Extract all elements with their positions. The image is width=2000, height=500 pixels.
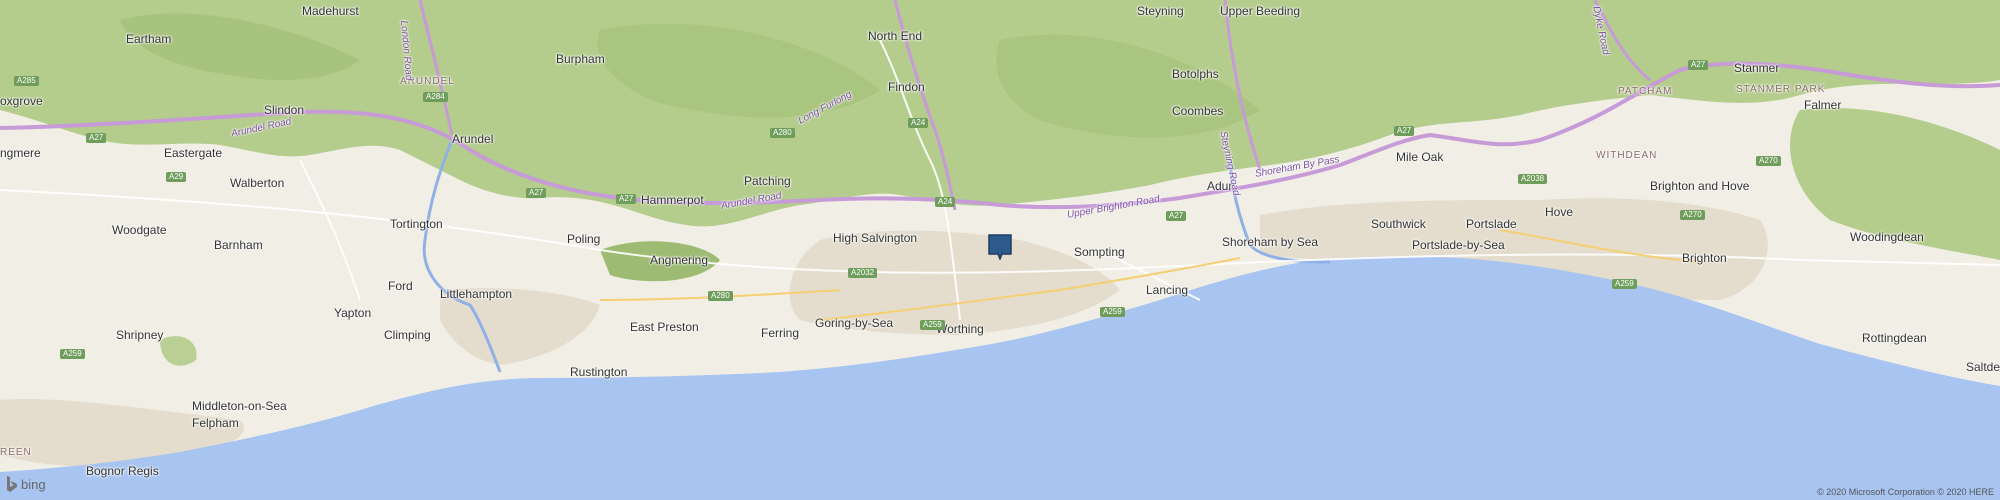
road-shield-label: A2032: [848, 268, 878, 278]
road-shield-label: A27: [1166, 211, 1187, 221]
road-shield-label: A270: [1680, 210, 1705, 220]
road-shield-label: A29: [166, 172, 187, 182]
road-shield-label: A284: [423, 92, 448, 102]
place-label: Burpham: [556, 52, 605, 66]
place-label: East Preston: [630, 320, 699, 334]
place-label: Falmer: [1804, 98, 1842, 112]
road-shield-label: A280: [770, 128, 795, 138]
place-label: Saltde: [1966, 360, 2000, 374]
place-label: Findon: [888, 80, 925, 94]
map-view[interactable]: Madehurst Eartham Burpham North End Steyning…: [0, 0, 2000, 500]
place-label: Climping: [384, 328, 431, 342]
place-label: Patching: [744, 174, 791, 188]
place-label: Barnham: [214, 238, 263, 252]
place-label: Walberton: [230, 176, 285, 190]
road-shield-label: A285: [14, 76, 39, 86]
place-label: Brighton and Hove: [1650, 179, 1750, 193]
place-label: Steyning: [1137, 4, 1184, 18]
place-label: Yapton: [334, 306, 372, 320]
place-label: Goring-by-Sea: [815, 316, 894, 330]
road-shield-label: A27: [526, 188, 547, 198]
place-label: High Salvington: [833, 231, 918, 245]
bing-logo-icon: [7, 476, 17, 492]
place-label: Shripney: [116, 328, 164, 342]
road-shield-label: A27: [1688, 60, 1709, 70]
place-label: Rottingdean: [1862, 331, 1927, 345]
district-label: WITHDEAN: [1596, 150, 1658, 161]
place-label: Angmering: [650, 253, 709, 267]
district-label: PATCHAM: [1618, 86, 1673, 97]
place-label: North End: [868, 29, 923, 43]
road-shield-label: A24: [935, 197, 956, 207]
road-shield-label: A259: [920, 320, 945, 330]
place-label: Shoreham by Sea: [1222, 235, 1319, 249]
road-shield-label: A27: [86, 133, 107, 143]
place-label: Poling: [567, 232, 601, 246]
place-label: Littlehampton: [440, 287, 513, 301]
place-label: Coombes: [1172, 104, 1224, 118]
place-label: Sompting: [1074, 245, 1125, 259]
place-label: Portslade-by-Sea: [1412, 238, 1505, 252]
district-label: REEN: [0, 447, 32, 458]
place-label: Woodgate: [112, 223, 167, 237]
bing-logo[interactable]: bing: [6, 476, 46, 492]
place-label: Woodingdean: [1850, 230, 1924, 244]
road-shield-label: A259: [1100, 307, 1125, 317]
place-label: Arundel: [452, 132, 494, 146]
place-label: Madehurst: [302, 4, 359, 18]
place-label: Rustington: [570, 365, 628, 379]
place-label: Ford: [388, 279, 413, 293]
place-label: Mile Oak: [1396, 150, 1444, 164]
place-label: ngmere: [0, 146, 41, 160]
place-label: Southwick: [1371, 217, 1426, 231]
place-label: Portslade: [1466, 217, 1517, 231]
place-label: Brighton: [1682, 251, 1727, 265]
place-label: Bognor Regis: [86, 464, 159, 478]
road-shield-label: A27: [1394, 126, 1415, 136]
place-label: Ferring: [761, 326, 800, 340]
road-shield-label: A2038: [1518, 174, 1548, 184]
road-shield-label: A27: [616, 194, 637, 204]
road-shield-label: A24: [908, 118, 929, 128]
road-shield-label: A259: [60, 349, 85, 359]
place-label: Felpham: [192, 416, 239, 430]
place-label: Hammerpot: [641, 193, 704, 207]
copyright-notice: © 2020 Microsoft Corporation © 2020 HERE: [1817, 487, 1994, 497]
road-shield-label: A270: [1756, 156, 1781, 166]
place-label: Upper Beeding: [1220, 4, 1301, 18]
place-label: Stanmer: [1734, 61, 1780, 75]
map-pin-icon[interactable]: [988, 234, 1012, 262]
road-shield-label: A280: [708, 291, 733, 301]
road-shield-label: A259: [1612, 279, 1637, 289]
place-label: Middleton-on-Sea: [192, 399, 287, 413]
place-label: Hove: [1545, 205, 1574, 219]
bing-logo-text: bing: [21, 476, 46, 492]
place-label: Lancing: [1146, 283, 1189, 297]
place-label: Botolphs: [1172, 67, 1219, 81]
place-label: Slindon: [264, 103, 305, 117]
place-label: oxgrove: [0, 94, 43, 108]
place-label: Eastergate: [164, 146, 223, 160]
place-label: Eartham: [126, 32, 172, 46]
place-label: Stanmer Park: [1736, 84, 1826, 95]
place-label: Tortington: [390, 217, 443, 231]
